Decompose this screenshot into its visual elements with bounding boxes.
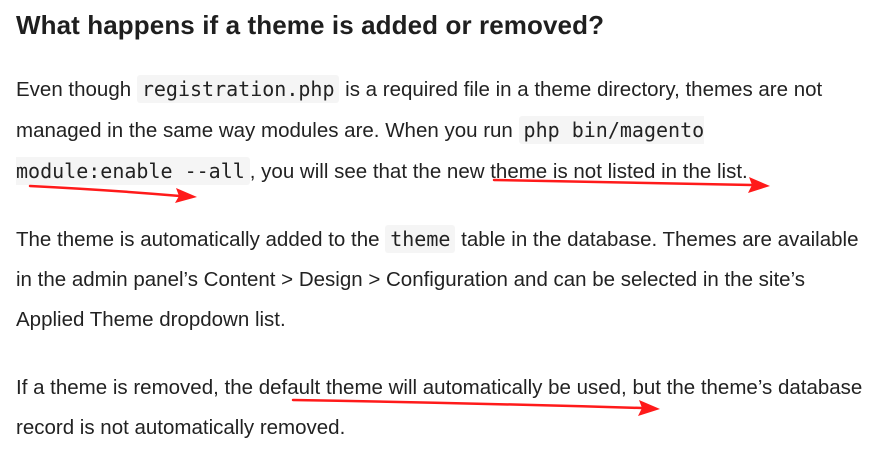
paragraph-registration: Even though registration.php is a requir… — [16, 69, 866, 192]
paragraph-text: Even though — [16, 78, 137, 101]
inline-code-theme: theme — [385, 225, 456, 253]
section-heading: What happens if a theme is added or remo… — [16, 10, 605, 40]
paragraph-theme-table: The theme is automatically added to the … — [16, 219, 866, 340]
paragraph-theme-removed: If a theme is removed, the default theme… — [16, 376, 863, 439]
paragraph-text: , you will see that the new theme is not… — [249, 160, 748, 183]
paragraph-text: The theme is automatically added to the — [16, 228, 386, 251]
inline-code-registration-php: registration.php — [136, 75, 340, 103]
